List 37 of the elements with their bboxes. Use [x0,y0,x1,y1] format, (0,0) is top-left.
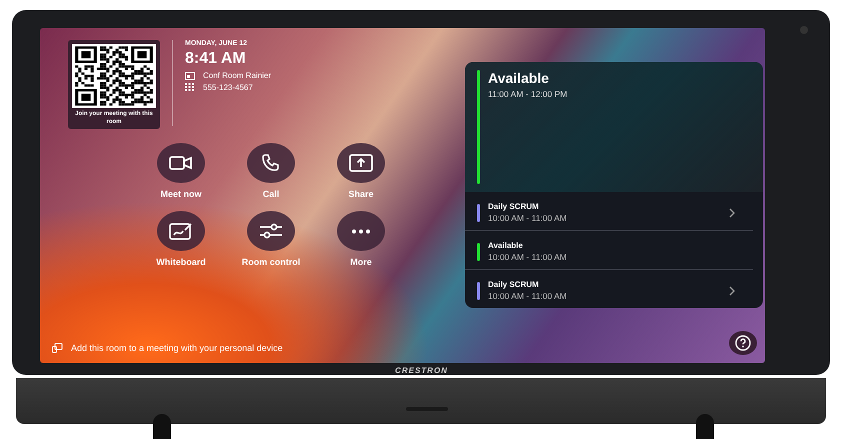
mount-foot [696,414,714,439]
event-title: Daily SCRUM [488,202,540,211]
mount-foot [153,414,171,439]
event-title: Available [488,241,524,250]
help-button[interactable] [729,331,757,355]
action-button[interactable]: Room control [226,211,316,267]
share-screen-icon [349,154,373,172]
chevron-right-icon [729,286,735,296]
action-button[interactable]: Call [226,143,316,199]
chevron-right-icon [729,208,735,218]
event-time: 10:00 AM - 11:00 AM [488,291,568,301]
phone-number: 555-123-4567 [203,83,253,92]
schedule-item[interactable]: Daily SCRUM 10:00 AM - 11:00 AM [465,192,753,231]
video-camera-icon [169,155,193,171]
room-name: Conf Room Rainier [203,71,272,80]
sliders-icon [259,222,283,240]
whiteboard-icon [169,222,193,240]
devices-icon [52,343,63,353]
action-button[interactable]: Whiteboard [136,211,226,267]
action-button[interactable]: More [316,211,406,267]
status-title: Available [488,70,550,86]
schedule-item[interactable]: Available 10:00 AM - 11:00 AM [465,231,753,270]
brand-logo-text: CRESTRON [395,366,448,375]
status-time: 11:00 AM - 12:00 PM [488,89,568,99]
event-time: 10:00 AM - 11:00 AM [488,252,568,262]
event-title: Daily SCRUM [488,280,540,289]
help-icon [735,335,751,351]
event-time: 10:00 AM - 11:00 AM [488,213,568,223]
clock-time: 8:41 AM [185,50,247,68]
schedule-item[interactable]: Daily SCRUM 10:00 AM - 11:00 AM [465,270,753,308]
footer-hint: Add this room to a meeting with your personal device [71,343,283,353]
phone-keypad-icon [185,83,195,92]
more-icon [351,228,371,234]
action-button[interactable]: Share [316,143,406,199]
phone-icon [261,153,281,173]
action-button[interactable]: Meet now [136,143,226,199]
room-icon [185,72,195,80]
